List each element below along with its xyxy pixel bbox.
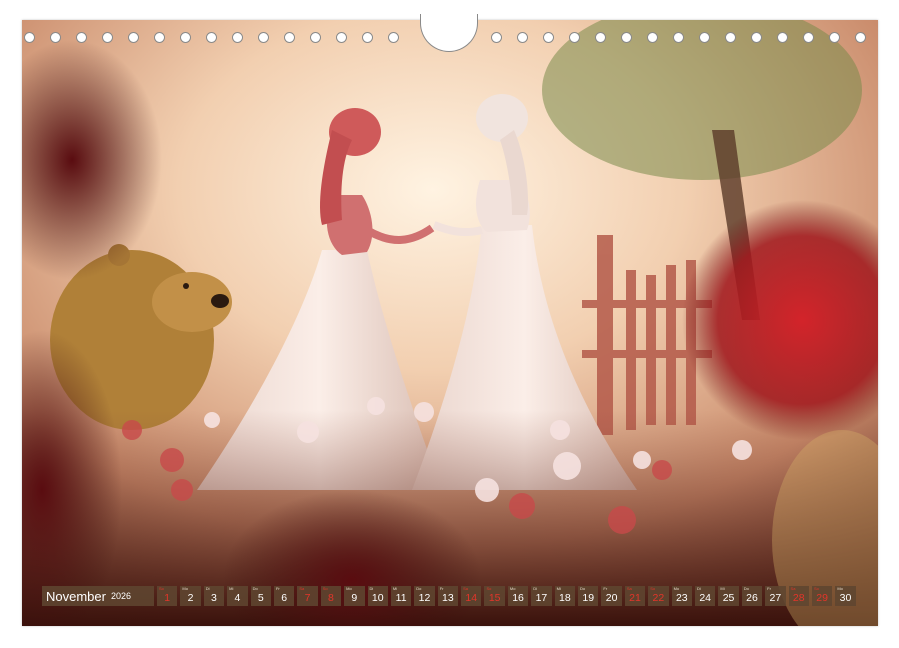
day-number: 24 [699,592,712,604]
weekday-abbr: So [486,586,492,591]
day-cell: Fr 20 [601,586,622,606]
weekday-abbr: Sa [463,586,468,591]
day-cell: Di 10 [367,586,388,606]
day-cell: Mi 11 [390,586,412,606]
day-number: 22 [652,592,665,604]
day-cell: Do 12 [414,586,435,606]
weekday-abbr: Mo [509,586,516,591]
day-number: 27 [769,592,782,604]
year-label: 2026 [110,591,131,601]
weekday-abbr: Fr [439,586,444,591]
weekday-abbr: Di [696,586,701,591]
day-cell: So 15 [484,586,505,606]
day-number: 21 [629,592,641,604]
weekday-abbr: Mi [392,586,398,591]
day-number: 25 [722,592,735,604]
day-number: 20 [605,592,618,604]
weekday-abbr: Sa [299,586,305,591]
day-cell: Mi 18 [554,586,576,606]
day-cell: Do 5 [250,586,271,606]
day-number: 4 [234,592,241,604]
weekday-abbr: So [322,586,328,591]
day-number: 19 [582,592,595,604]
weekday-abbr: So [650,586,656,591]
day-cell: So 29 [811,586,833,606]
day-cell: Sa 28 [788,586,809,606]
day-cell: Do 19 [578,586,599,606]
day-number: 6 [281,592,288,604]
day-cell: Sa 21 [624,586,646,606]
day-number: 28 [792,592,805,604]
calendar-page [22,20,878,626]
weekday-abbr: Mi [720,586,725,591]
day-number: 2 [187,592,194,604]
weekday-abbr: Sa [790,586,796,591]
day-number: 29 [816,592,828,604]
day-number: 30 [839,592,852,604]
day-cell: So 8 [320,586,342,606]
weekday-abbr: Mo [346,586,352,591]
day-number: 23 [675,592,688,604]
month-calendar-bar: November 2026 So 1 Mo 2 Di 3 Mi 4 Do 5 Fr 6 Sa 7 So 8 Mo… [42,586,859,606]
day-cell: So 1 [157,586,178,606]
weekday-abbr: Mi [556,586,561,591]
day-cell: Mi 4 [227,586,248,606]
day-number: 11 [395,592,407,604]
day-cell: Mo 2 [180,586,201,606]
weekday-abbr: So [159,586,164,591]
day-cell: Sa 7 [297,586,318,606]
weekday-abbr: Sa [626,586,632,591]
month-name: November [46,588,106,604]
day-number: 10 [371,592,384,604]
day-cell: Mo 23 [671,586,692,606]
day-number: 1 [164,592,171,604]
weekday-abbr: Do [580,586,586,591]
day-cell: Do 26 [741,586,763,606]
day-number: 26 [746,592,758,604]
day-cell: Fr 27 [765,586,786,606]
day-number: 17 [535,592,548,604]
weekday-abbr: Fr [275,586,280,591]
day-number: 5 [257,592,264,604]
day-number: 15 [488,592,501,604]
day-cell: So 22 [648,586,669,606]
weekday-abbr: Mo [673,586,680,591]
day-number: 7 [304,592,311,604]
month-label: November 2026 [42,586,154,606]
day-cell: Sa 14 [461,586,482,606]
day-number: 12 [418,592,431,604]
day-number: 9 [351,592,358,604]
day-number: 3 [211,592,217,604]
day-number: 13 [442,592,454,604]
day-cell: Mo 16 [507,586,529,606]
day-cell: Mo 30 [835,586,856,606]
weekday-abbr: Fr [767,586,771,591]
weekday-abbr: So [813,586,819,591]
photo-scene [22,20,878,626]
day-number: 16 [512,592,524,604]
day-cell: Di 3 [203,586,225,606]
day-cell: Di 24 [694,586,716,606]
day-number: 8 [328,592,334,604]
day-cell: Mi 25 [718,586,739,606]
weekday-abbr: Mo [837,586,843,591]
weekday-abbr: Do [252,586,258,591]
day-cell: Di 17 [531,586,552,606]
day-cell: Mo 9 [344,586,365,606]
weekday-abbr: Di [205,586,210,591]
weekday-abbr: Di [533,586,538,591]
weekday-abbr: Mi [229,586,234,591]
weekday-abbr: Mo [182,586,188,591]
day-number: 14 [465,592,478,604]
weekday-abbr: Di [369,586,374,591]
day-number: 18 [558,592,571,604]
day-strip: So 1 Mo 2 Di 3 Mi 4 Do 5 Fr 6 Sa 7 So 8 Mo 9 Di 10 Mi 11 Do 12 F… [157,586,859,606]
weekday-abbr: Do [416,586,422,591]
weekday-abbr: Fr [603,586,608,591]
day-cell: Fr 13 [437,586,459,606]
weekday-abbr: Do [743,586,749,591]
day-cell: Fr 6 [273,586,295,606]
